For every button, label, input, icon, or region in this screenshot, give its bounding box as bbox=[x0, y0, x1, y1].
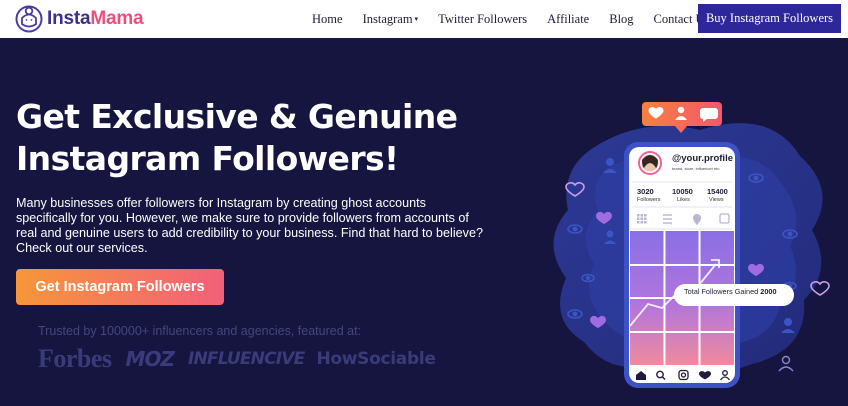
nav-twitter-label: Twitter Followers bbox=[438, 11, 528, 26]
nav-affiliate[interactable]: Affiliate bbox=[547, 12, 589, 27]
chat-icon bbox=[700, 108, 718, 122]
heart-icon bbox=[699, 371, 711, 380]
nav-home[interactable]: Home bbox=[312, 12, 343, 27]
hero-title-line-2: Instagram Followers! bbox=[16, 139, 399, 178]
logo-text-mama: Mama bbox=[90, 8, 144, 29]
user-icon bbox=[719, 370, 731, 381]
logo-text-insta: Insta bbox=[47, 8, 91, 29]
logo-text: InstaMama bbox=[47, 8, 144, 30]
nav-links: Home Instagram ▾ Twitter Followers Affili… bbox=[312, 0, 729, 38]
instagram-icon bbox=[678, 369, 689, 381]
tag-icon bbox=[719, 213, 730, 224]
nav-blog[interactable]: Blog bbox=[609, 12, 633, 27]
heart-icon bbox=[565, 182, 830, 296]
pin-icon bbox=[693, 214, 701, 225]
search-icon bbox=[656, 370, 666, 380]
hero-title: Get Exclusive & Genuine Instagram Followe… bbox=[16, 96, 536, 180]
notification-bubble bbox=[642, 102, 722, 133]
nav-affiliate-label: Affiliate bbox=[547, 11, 590, 26]
hero-section: @your.profile brand, store, influencer e… bbox=[0, 38, 848, 406]
phone bbox=[624, 142, 740, 388]
profile-bio: brand, store, influencer etc. bbox=[672, 166, 721, 171]
hero-title-line-1: Get Exclusive & Genuine bbox=[16, 97, 458, 136]
nav-twitter-followers[interactable]: Twitter Followers bbox=[438, 12, 527, 27]
get-instagram-followers-button[interactable]: Get Instagram Followers bbox=[16, 269, 224, 305]
stat-likes-value: 10050 bbox=[672, 187, 693, 196]
buy-instagram-followers-button[interactable]: Buy Instagram Followers bbox=[698, 4, 841, 33]
brand-influencive-logo: INFLUENCIVE bbox=[187, 349, 305, 369]
hero-description: Many businesses offer followers for Inst… bbox=[16, 196, 483, 255]
logo[interactable]: InstaMama bbox=[15, 5, 144, 33]
heart-icon bbox=[590, 211, 764, 328]
stat-likes-label: Likes bbox=[677, 197, 690, 203]
home-icon bbox=[636, 371, 646, 380]
featured-brands: Forbes MOZ INFLUENCIVE HowSociable bbox=[38, 344, 436, 374]
person-icon bbox=[603, 158, 795, 372]
nav-home-label: Home bbox=[312, 11, 343, 26]
chevron-down-icon: ▾ bbox=[414, 15, 419, 23]
list-icon bbox=[663, 214, 672, 224]
stat-views-label: Views bbox=[709, 197, 724, 203]
brand-moz-logo: MOZ bbox=[125, 347, 175, 371]
nav-instagram-dropdown[interactable]: Instagram ▾ bbox=[363, 12, 419, 27]
profile-handle: @your.profile bbox=[672, 153, 733, 164]
stat-followers-label: Followers bbox=[637, 197, 661, 203]
followers-gained-label: Total Followers Gained bbox=[684, 287, 759, 296]
brand-forbes-logo: Forbes bbox=[38, 344, 112, 373]
logo-mom-icon bbox=[15, 5, 43, 33]
top-navbar: InstaMama Home Instagram ▾ Twitter Follow… bbox=[0, 0, 848, 38]
nav-blog-label: Blog bbox=[609, 11, 634, 26]
followers-gained-value: 2000 bbox=[760, 287, 777, 296]
avatar bbox=[638, 151, 662, 175]
stat-views-value: 15400 bbox=[707, 187, 728, 196]
person-icon bbox=[677, 106, 685, 114]
heart-icon bbox=[648, 107, 664, 119]
nav-instagram-label: Instagram bbox=[362, 11, 413, 26]
grid-icon bbox=[637, 214, 647, 224]
stat-followers-value: 3020 bbox=[637, 187, 654, 196]
followers-gained-text: Total Followers Gained 2000 bbox=[684, 287, 777, 296]
brand-howsociable-logo: HowSociable bbox=[316, 349, 436, 369]
trusted-by-text: Trusted by 100000+ influencers and agenc… bbox=[38, 324, 362, 338]
background-blob-inner bbox=[585, 154, 797, 351]
